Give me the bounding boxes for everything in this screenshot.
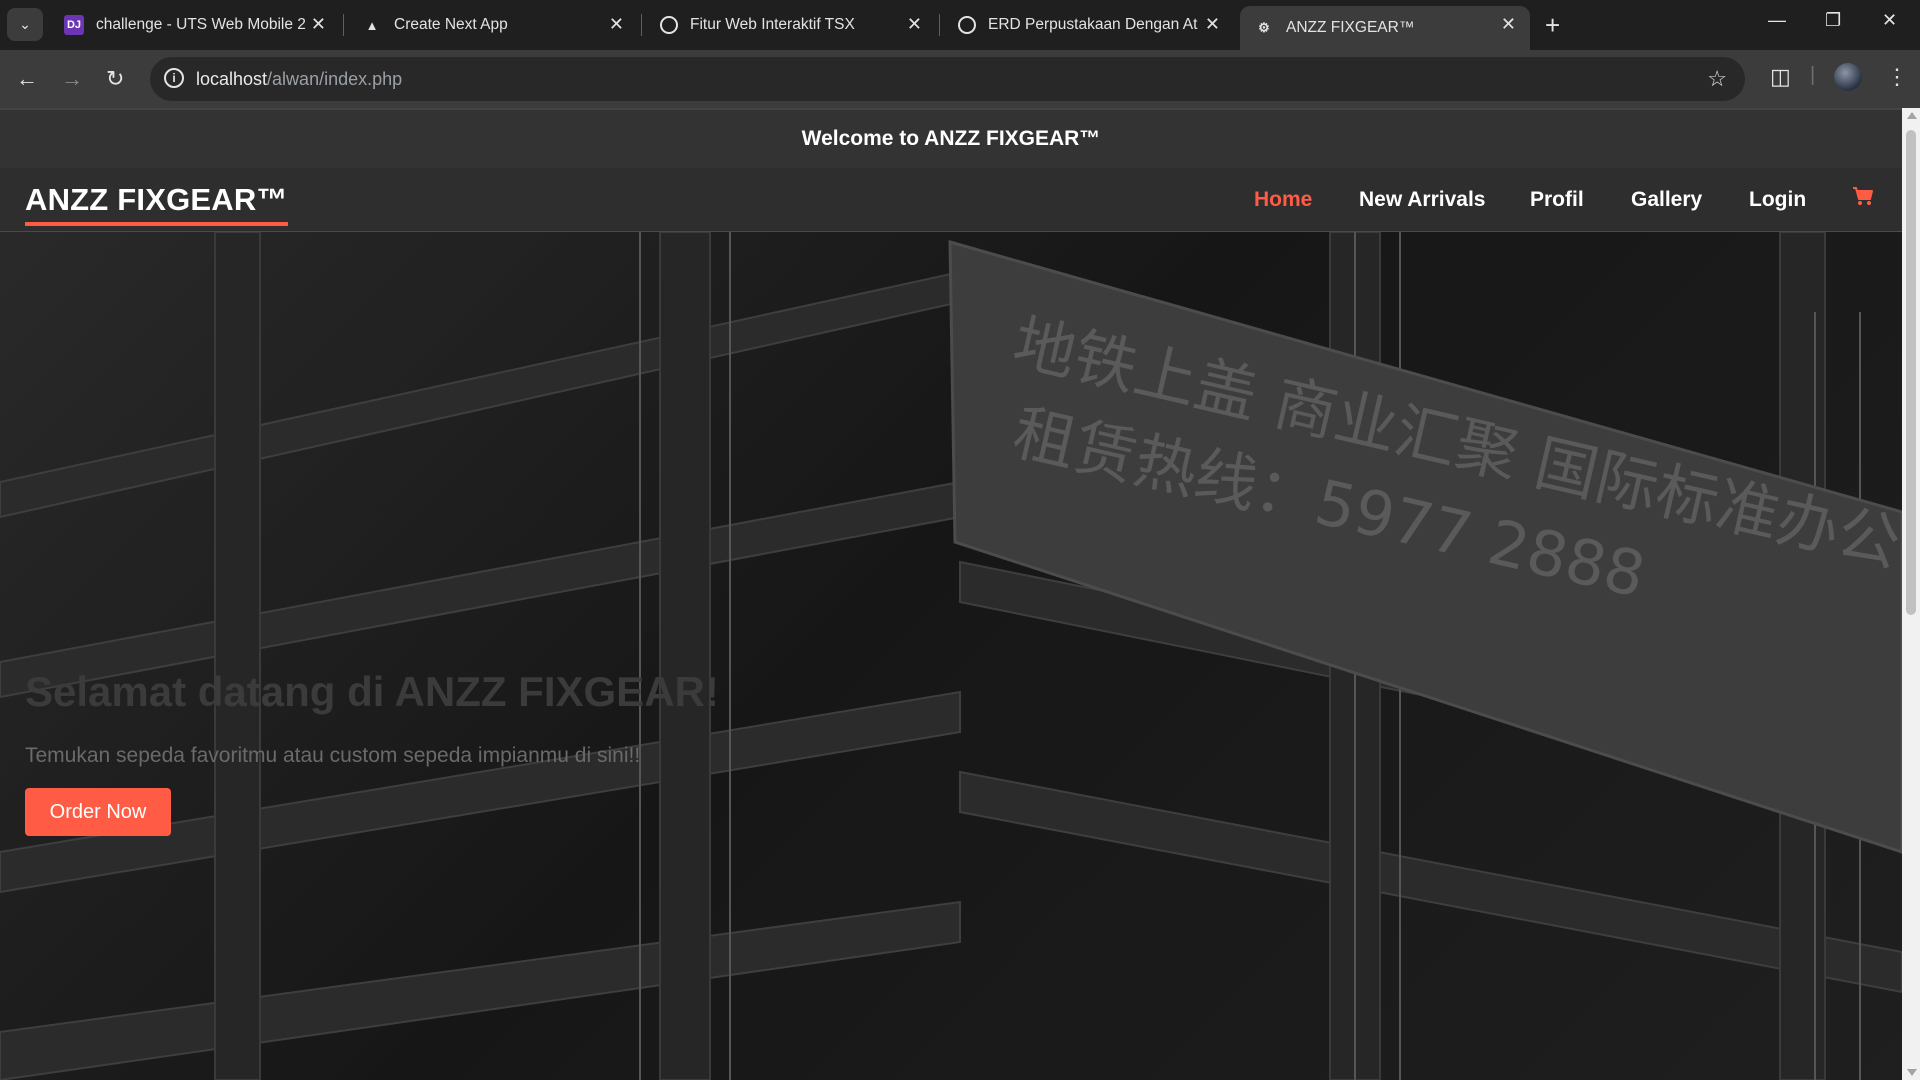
hero-section: 地铁上盖 商业汇聚 国际标准办公 租赁热线：5977 2888 Selamat … (0, 232, 1902, 1080)
close-icon[interactable]: ✕ (609, 14, 624, 35)
tab-divider (343, 14, 344, 36)
url-path: /alwan/index.php (267, 69, 403, 89)
tab-title: ERD Perpustakaan Dengan Atur (988, 16, 1198, 33)
cart-icon[interactable] (1852, 186, 1874, 206)
openai-icon (958, 16, 976, 34)
nav-login[interactable]: Login (1749, 188, 1806, 212)
nav-new-arrivals[interactable]: New Arrivals (1359, 188, 1485, 212)
forward-icon[interactable]: → (61, 66, 83, 92)
extensions-icon[interactable]: ◫ (1770, 64, 1791, 90)
menu-kebab-icon[interactable]: ⋮ (1886, 64, 1908, 90)
reload-icon[interactable]: ↻ (106, 66, 124, 92)
tab-title: Create Next App (394, 16, 508, 33)
close-icon[interactable]: ✕ (1501, 14, 1516, 35)
new-tab-button[interactable]: + (1545, 10, 1560, 41)
dj-icon: DJ (64, 15, 84, 35)
close-icon[interactable]: ✕ (1205, 14, 1220, 35)
tab-erd[interactable]: ERD Perpustakaan Dengan Atur ✕ (944, 6, 1234, 44)
address-bar[interactable]: i localhost/alwan/index.php ☆ (150, 57, 1745, 101)
hero-subtitle: Temukan sepeda favoritmu atau custom sep… (25, 744, 641, 767)
url-text[interactable]: localhost/alwan/index.php (196, 69, 402, 90)
profile-avatar[interactable] (1834, 63, 1862, 91)
bookmark-star-icon[interactable]: ☆ (1707, 66, 1727, 92)
scroll-up-arrow-icon[interactable] (1907, 112, 1917, 119)
nav-home[interactable]: Home (1254, 188, 1312, 212)
site-info-icon[interactable]: i (164, 68, 184, 88)
nav-profil[interactable]: Profil (1530, 188, 1584, 212)
order-now-button[interactable]: Order Now (25, 788, 171, 836)
site-navbar: ANZZ FIXGEAR™ Home New Arrivals Profil G… (0, 168, 1902, 232)
openai-icon (660, 16, 678, 34)
bike-icon: ⚙ (1258, 20, 1270, 35)
browser-toolbar: ← → ↻ i localhost/alwan/index.php ☆ ◫ | … (0, 50, 1920, 108)
page-scrollbar[interactable] (1902, 108, 1920, 1080)
tab-title: Fitur Web Interaktif TSX (690, 16, 855, 33)
scrollbar-thumb[interactable] (1906, 130, 1916, 615)
close-icon[interactable]: ✕ (311, 14, 326, 35)
tab-challenge[interactable]: DJ challenge - UTS Web Mobile 20 ✕ (50, 6, 340, 44)
chevron-down-icon: ⌄ (19, 16, 31, 32)
tab-divider (939, 14, 940, 36)
back-icon[interactable]: ← (16, 66, 38, 92)
close-icon[interactable]: ✕ (907, 14, 922, 35)
welcome-text: Welcome to ANZZ FIXGEAR™ (801, 127, 1101, 150)
tab-fitur-web[interactable]: Fitur Web Interaktif TSX ✕ (646, 6, 936, 44)
minimize-icon[interactable]: — (1768, 10, 1786, 31)
tab-create-next-app[interactable]: ▲ Create Next App ✕ (348, 6, 638, 44)
tab-search-button[interactable]: ⌄ (7, 8, 43, 41)
nav-gallery[interactable]: Gallery (1631, 188, 1702, 212)
close-window-icon[interactable]: ✕ (1882, 10, 1897, 31)
tab-title: ANZZ FIXGEAR™ (1286, 19, 1415, 36)
tab-title: challenge - UTS Web Mobile 20 (96, 16, 306, 33)
site-logo[interactable]: ANZZ FIXGEAR™ (25, 182, 288, 226)
url-host: localhost (196, 69, 268, 89)
tab-anzz-fixgear[interactable]: ⚙ ANZZ FIXGEAR™ ✕ (1240, 6, 1530, 50)
welcome-banner: Welcome to ANZZ FIXGEAR™ (0, 108, 1902, 168)
hero-title: Selamat datang di ANZZ FIXGEAR! (25, 668, 719, 715)
toolbar-divider: | (1810, 64, 1816, 86)
tab-strip: ⌄ DJ challenge - UTS Web Mobile 20 ✕ ▲ C… (0, 0, 1920, 50)
hero-background-image: 地铁上盖 商业汇聚 国际标准办公 租赁热线：5977 2888 (0, 232, 1902, 1080)
page-viewport: Welcome to ANZZ FIXGEAR™ ANZZ FIXGEAR™ H… (0, 108, 1902, 1080)
tab-divider (641, 14, 642, 36)
triangle-icon: ▲ (365, 17, 379, 33)
scroll-down-arrow-icon[interactable] (1907, 1069, 1917, 1076)
restore-icon[interactable]: ❐ (1825, 10, 1841, 31)
